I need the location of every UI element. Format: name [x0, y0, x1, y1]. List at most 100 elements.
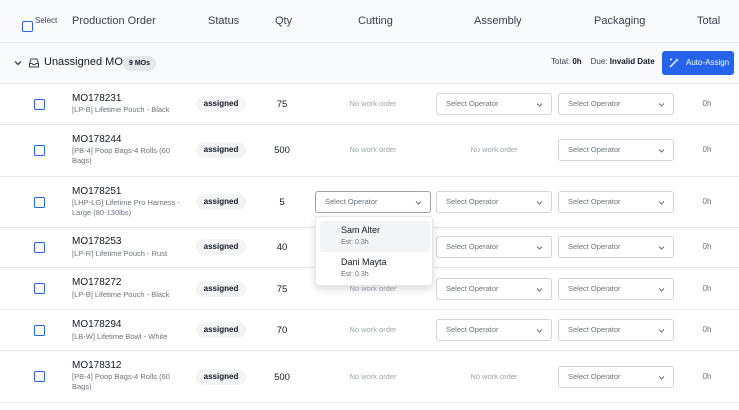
qty-value: 5 — [279, 197, 285, 208]
due-value: Invalid Date — [609, 57, 655, 66]
packaging-operator-select[interactable]: Select Operator — [558, 191, 674, 213]
mo-number[interactable]: MO178294 — [72, 319, 121, 330]
row-total: 0h — [702, 145, 712, 154]
operator-dropdown-menu: Sam Alter Est: 0.3h Dani Mayta Est: 0.3h — [315, 216, 433, 286]
mo-number[interactable]: MO178272 — [72, 277, 121, 288]
mo-number[interactable]: MO178312 — [72, 360, 121, 371]
col-status: Status — [208, 15, 240, 27]
mo-number[interactable]: MO178251 — [72, 186, 121, 197]
mo-number[interactable]: MO178244 — [72, 134, 121, 145]
packaging-operator-select[interactable]: Select Operator — [558, 366, 674, 388]
chevron-down-icon — [658, 149, 665, 153]
qty-value: 75 — [276, 284, 288, 295]
chevron-down-icon[interactable] — [13, 58, 23, 68]
group-title: Unassigned MOs — [44, 56, 129, 68]
mo-description: [LHP-LG] Lifetime Pro Harness - Large (8… — [72, 198, 180, 217]
packaging-operator-select[interactable]: Select Operator — [558, 278, 674, 300]
operator-name: Dani Mayta — [341, 257, 387, 267]
select-placeholder: Select Operator — [446, 325, 499, 334]
row-checkbox[interactable] — [34, 99, 45, 110]
qty-value: 40 — [276, 242, 288, 253]
row-checkbox[interactable] — [34, 145, 45, 156]
chevron-down-icon — [658, 376, 665, 380]
select-placeholder: Select Operator — [568, 372, 621, 381]
select-placeholder: Select Operator — [325, 197, 378, 206]
auto-assign-button[interactable]: Auto-Assign — [662, 51, 734, 75]
table-header: Select Production Order Status Qty Cutti… — [0, 0, 739, 43]
select-placeholder: Select Operator — [446, 284, 499, 293]
assembly-operator-select[interactable]: Select Operator — [436, 319, 552, 341]
select-placeholder: Select Operator — [568, 284, 621, 293]
chevron-down-icon — [536, 103, 543, 107]
row-checkbox[interactable] — [34, 371, 45, 382]
chevron-down-icon — [658, 246, 665, 250]
row-total: 0h — [702, 197, 712, 206]
mo-number[interactable]: MO178231 — [72, 93, 121, 104]
packaging-operator-select[interactable]: Select Operator — [558, 319, 674, 341]
packaging-operator-select[interactable]: Select Operator — [558, 236, 674, 258]
operator-option-sam-alter[interactable]: Sam Alter Est: 0.3h — [320, 221, 430, 252]
row-checkbox[interactable] — [34, 242, 45, 253]
chevron-down-icon — [536, 201, 543, 205]
status-badge: assigned — [196, 369, 246, 385]
row-checkbox[interactable] — [34, 283, 45, 294]
cutting-no-work-order: No work order — [349, 325, 397, 334]
operator-estimate: Est: 0.3h — [341, 271, 369, 278]
assembly-operator-select[interactable]: Select Operator — [436, 236, 552, 258]
cutting-operator-select[interactable]: Select Operator — [315, 191, 431, 213]
mo-number[interactable]: MO178253 — [72, 236, 121, 247]
mo-description: [LP-B] Lifetime Pouch - Black — [72, 290, 170, 299]
operator-option-dani-mayta[interactable]: Dani Mayta Est: 0.3h — [320, 253, 430, 284]
select-placeholder: Select Operator — [568, 242, 621, 251]
col-total: Total — [697, 15, 721, 27]
status-badge: assigned — [196, 96, 246, 112]
chevron-down-icon — [536, 288, 543, 292]
chevron-down-icon — [658, 288, 665, 292]
select-placeholder: Select Operator — [446, 197, 499, 206]
mo-description: [LP-R] Lifetime Pouch - Rust — [72, 249, 168, 258]
table-row: MO178312 [PB-4] Poop Bags-4 Rolls (60 Ba… — [0, 351, 739, 403]
select-placeholder: Select Operator — [568, 325, 621, 334]
select-all-checkbox[interactable] — [22, 21, 33, 32]
col-qty: Qty — [275, 15, 293, 27]
table-row: MO178244 [PB-4] Poop Bags-4 Rolls (60 Ba… — [0, 125, 739, 177]
assembly-operator-select[interactable]: Select Operator — [436, 93, 552, 115]
table-row: MO178231 [LP-B] Lifetime Pouch - Black a… — [0, 84, 739, 125]
packaging-operator-select[interactable]: Select Operator — [558, 139, 674, 161]
col-assembly: Assembly — [474, 15, 522, 27]
chevron-down-icon — [658, 103, 665, 107]
qty-value: 75 — [276, 99, 288, 110]
mo-description: [LP-B] Lifetime Pouch - Black — [72, 105, 170, 114]
chevron-down-icon — [536, 329, 543, 333]
mo-description: [PB-4] Poop Bags-4 Rolls (60 Bags) — [72, 372, 170, 391]
assembly-operator-select[interactable]: Select Operator — [436, 191, 552, 213]
row-checkbox[interactable] — [34, 325, 45, 336]
select-placeholder: Select Operator — [446, 99, 499, 108]
wand-icon — [669, 58, 679, 68]
mo-description: [LB-W] Lifetime Bowl - White — [72, 332, 168, 341]
chevron-down-icon — [536, 246, 543, 250]
status-badge: assigned — [196, 194, 246, 210]
qty-value: 70 — [276, 325, 288, 336]
status-badge: assigned — [196, 239, 246, 255]
cutting-no-work-order: No work order — [349, 145, 397, 154]
qty-value: 500 — [274, 145, 290, 156]
assembly-operator-select[interactable]: Select Operator — [436, 278, 552, 300]
total-value: 0h — [572, 57, 582, 66]
qty-value: 500 — [274, 372, 290, 383]
total-label: Total: — [551, 57, 571, 66]
status-badge: assigned — [196, 322, 246, 338]
row-checkbox[interactable] — [34, 197, 45, 208]
chevron-down-icon — [658, 201, 665, 205]
select-all-label: Select — [35, 16, 58, 25]
row-total: 0h — [702, 325, 712, 334]
assembly-no-work-order: No work order — [470, 372, 518, 381]
assembly-no-work-order: No work order — [470, 145, 518, 154]
col-production-order: Production Order — [72, 15, 156, 27]
packaging-operator-select[interactable]: Select Operator — [558, 93, 674, 115]
cutting-no-work-order: No work order — [349, 99, 397, 108]
col-packaging: Packaging — [594, 15, 646, 27]
select-placeholder: Select Operator — [568, 145, 621, 154]
cutting-no-work-order: No work order — [349, 372, 397, 381]
col-cutting: Cutting — [358, 15, 393, 27]
